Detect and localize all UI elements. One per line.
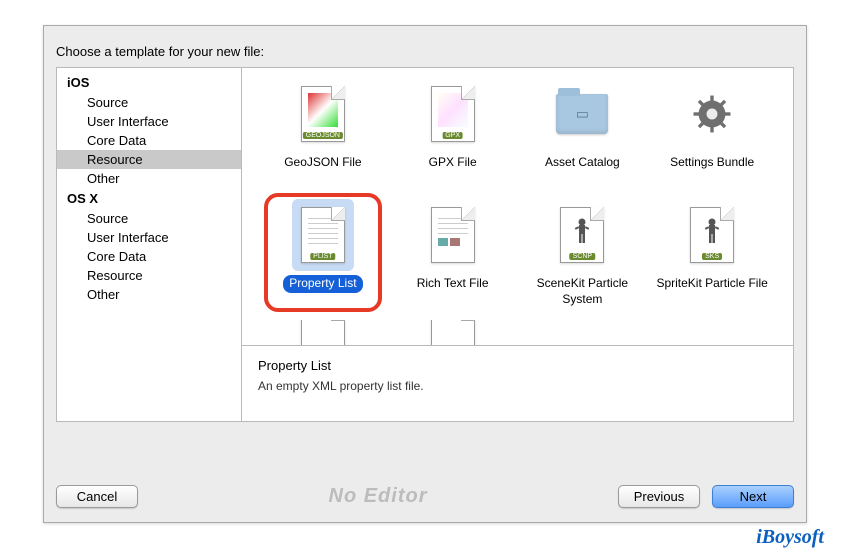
template-settings-bundle[interactable]: Settings Bundle xyxy=(649,78,775,193)
watermark: iBoysoft xyxy=(756,526,824,549)
template-grid-area: GEOJSON GeoJSON File GPX GPX File ▭ Asse… xyxy=(242,68,793,345)
template-gpx-file[interactable]: GPX GPX File xyxy=(390,78,516,193)
document-icon: PLIST xyxy=(301,207,345,263)
details-title: Property List xyxy=(258,358,777,373)
details-description: An empty XML property list file. xyxy=(258,379,777,393)
document-icon xyxy=(431,207,475,263)
template-label: GPX File xyxy=(423,154,483,172)
document-icon xyxy=(301,320,345,345)
sidebar-item-osx-core-data[interactable]: Core Data xyxy=(57,247,241,266)
template-rich-text-file[interactable]: Rich Text File xyxy=(390,199,516,314)
template-geojson-file[interactable]: GEOJSON GeoJSON File xyxy=(260,78,386,193)
sidebar-item-osx-source[interactable]: Source xyxy=(57,209,241,228)
document-icon: GPX xyxy=(431,86,475,142)
previous-button[interactable]: Previous xyxy=(618,485,700,508)
template-asset-catalog[interactable]: ▭ Asset Catalog xyxy=(520,78,646,193)
template-label: SceneKit Particle System xyxy=(520,275,646,308)
template-content: GEOJSON GeoJSON File GPX GPX File ▭ Asse… xyxy=(242,68,793,421)
document-icon: SKS xyxy=(690,207,734,263)
document-icon: SCNP xyxy=(560,207,604,263)
gear-icon xyxy=(691,93,733,135)
template-spritekit-particle-file[interactable]: SKS SpriteKit Particle File xyxy=(649,199,775,314)
template-grid: GEOJSON GeoJSON File GPX GPX File ▭ Asse… xyxy=(242,78,793,345)
sidebar-item-osx-resource[interactable]: Resource xyxy=(57,266,241,285)
sidebar-item-osx-other[interactable]: Other xyxy=(57,285,241,304)
next-button[interactable]: Next xyxy=(712,485,794,508)
dialog-footer: Cancel No Editor Previous Next xyxy=(56,485,794,508)
template-label: GeoJSON File xyxy=(278,154,367,172)
folder-icon: ▭ xyxy=(556,94,608,134)
template-property-list[interactable]: PLIST Property List xyxy=(260,199,386,314)
sidebar-item-osx-user-interface[interactable]: User Interface xyxy=(57,228,241,247)
ghost-text: No Editor xyxy=(138,485,618,508)
sidebar-item-user-interface[interactable]: User Interface xyxy=(57,112,241,131)
new-file-dialog: Choose a template for your new file: iOS… xyxy=(43,25,807,523)
template-label: Asset Catalog xyxy=(539,154,626,172)
dialog-prompt: Choose a template for your new file: xyxy=(44,26,806,67)
sidebar-item-other[interactable]: Other xyxy=(57,169,241,188)
template-label: Property List xyxy=(283,275,362,293)
template-details: Property List An empty XML property list… xyxy=(242,345,793,421)
template-category-sidebar: iOS Source User Interface Core Data Reso… xyxy=(57,68,242,421)
cancel-button[interactable]: Cancel xyxy=(56,485,138,508)
sidebar-item-source[interactable]: Source xyxy=(57,93,241,112)
sidebar-section-osx: OS X xyxy=(57,188,241,209)
template-scenekit-particle-system[interactable]: SCNP SceneKit Particle System xyxy=(520,199,646,314)
template-label: SpriteKit Particle File xyxy=(650,275,773,293)
document-icon: GEOJSON xyxy=(301,86,345,142)
dialog-body: iOS Source User Interface Core Data Reso… xyxy=(56,67,794,422)
template-label: Settings Bundle xyxy=(664,154,760,172)
sidebar-item-resource[interactable]: Resource xyxy=(57,150,241,169)
document-icon xyxy=(431,320,475,345)
sidebar-section-ios: iOS xyxy=(57,72,241,93)
template-item[interactable] xyxy=(260,320,386,345)
template-item[interactable] xyxy=(390,320,516,345)
sidebar-item-core-data[interactable]: Core Data xyxy=(57,131,241,150)
template-label: Rich Text File xyxy=(411,275,495,293)
